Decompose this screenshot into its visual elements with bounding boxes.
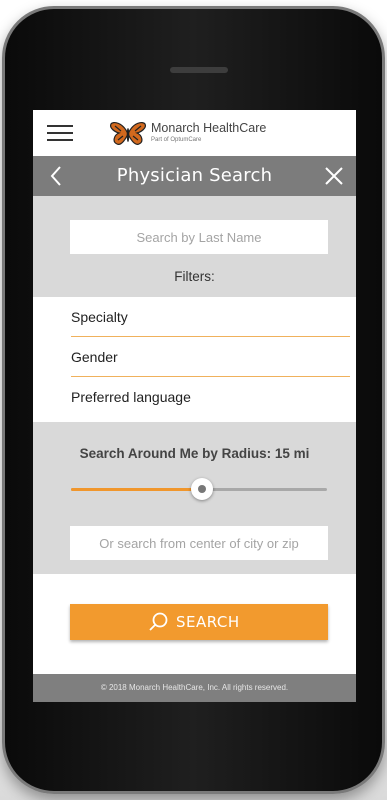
filter-list: Specialty Gender Preferred language xyxy=(33,297,356,422)
search-button[interactable]: SEARCH xyxy=(70,604,328,640)
page-title: Physician Search xyxy=(116,165,273,186)
filter-label: Gender xyxy=(71,349,118,365)
filter-preferred-language[interactable]: Preferred language xyxy=(33,377,356,417)
radius-slider[interactable] xyxy=(71,478,327,500)
menu-icon[interactable] xyxy=(47,125,73,141)
search-button-label: SEARCH xyxy=(176,613,240,631)
radius-label: Search Around Me by Radius: 15 mi xyxy=(79,446,310,461)
brand-name: Monarch HealthCare xyxy=(151,121,267,135)
city-zip-search-input[interactable] xyxy=(70,526,328,560)
app-top-bar: Monarch HealthCare Part of OptumCare xyxy=(33,110,356,156)
filter-label: Preferred language xyxy=(71,389,191,405)
filter-label: Specialty xyxy=(71,309,128,325)
action-area: SEARCH xyxy=(33,574,356,682)
footer: © 2018 Monarch HealthCare, Inc. All righ… xyxy=(33,674,356,702)
radius-panel: Search Around Me by Radius: 15 mi xyxy=(33,422,356,574)
filter-specialty[interactable]: Specialty xyxy=(33,297,356,337)
search-icon xyxy=(149,612,168,631)
title-bar: Physician Search xyxy=(33,156,356,196)
back-icon[interactable] xyxy=(45,164,69,188)
last-name-search-input[interactable] xyxy=(70,220,328,254)
brand-subtitle: Part of OptumCare xyxy=(151,137,202,143)
phone-speaker xyxy=(170,67,228,73)
slider-thumb[interactable] xyxy=(190,478,213,500)
slider-fill xyxy=(71,488,202,491)
butterfly-logo xyxy=(110,122,146,145)
app-screen: Monarch HealthCare Part of OptumCare Phy… xyxy=(33,110,356,702)
filters-heading: Filters: xyxy=(174,269,215,284)
filter-gender[interactable]: Gender xyxy=(33,337,356,377)
brand-logo: Monarch HealthCare Part of OptumCare xyxy=(109,118,309,150)
search-panel: Filters: xyxy=(33,196,356,297)
close-icon[interactable] xyxy=(322,164,346,188)
